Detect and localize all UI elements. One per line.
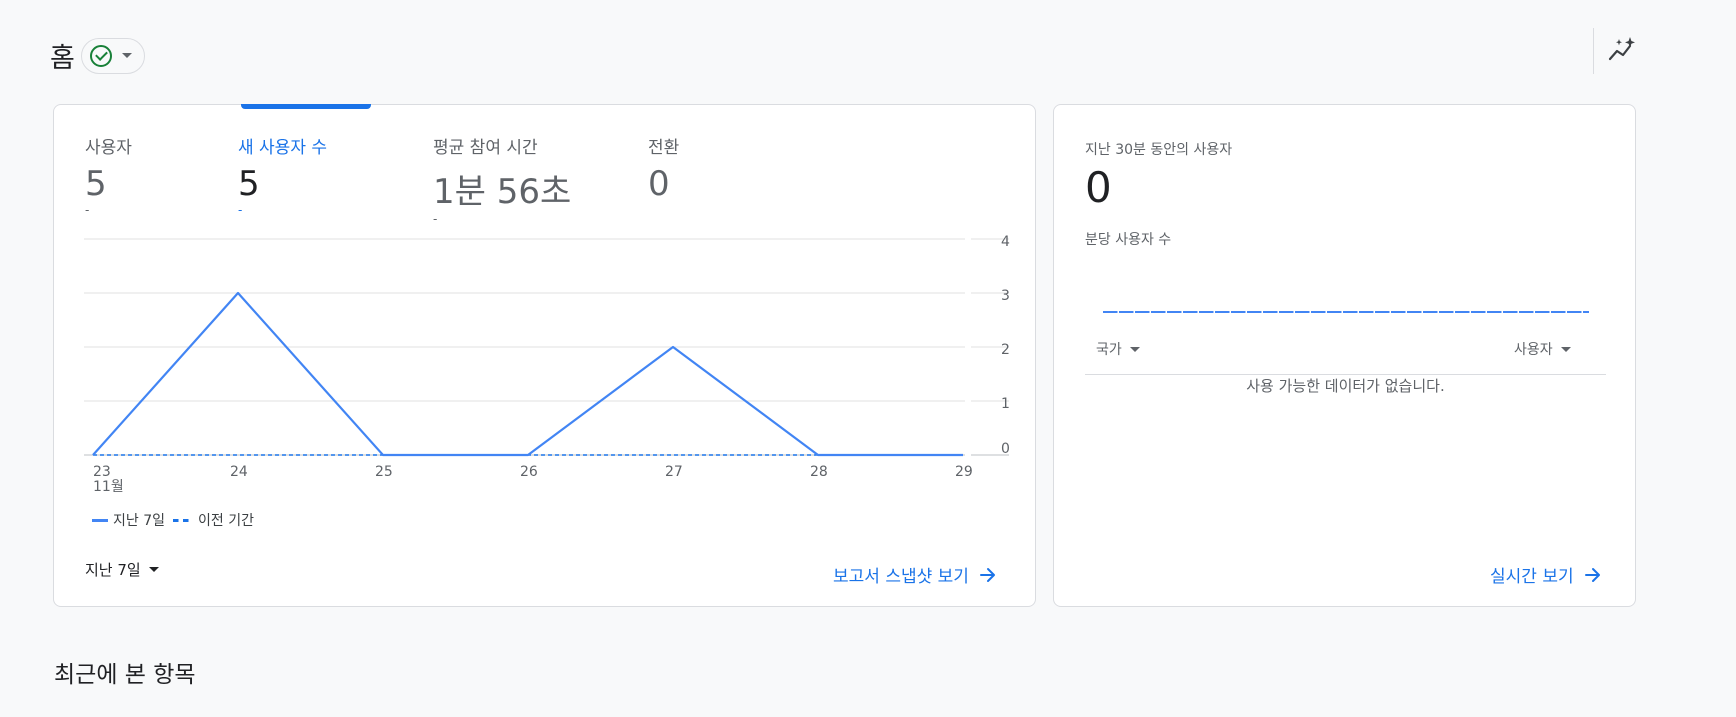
realtime-value: 0 [1085,163,1112,212]
page-title: 홈 [50,43,75,74]
y-tick-label: 3 [1001,288,1010,304]
x-tick-label: 25 [375,464,393,480]
legend-item-previous: 이전 기간 [173,510,254,530]
page-header: 홈 [50,36,145,75]
insights-button[interactable] [1604,34,1640,66]
realtime-card: 지난 30분 동안의 사용자 0 분당 사용자 수 국가 사용자 사용 가능한 … [1053,104,1636,607]
country-column-label: 국가 [1096,342,1122,358]
caret-down-icon [1560,346,1571,352]
caret-down-icon [1129,346,1140,352]
caret-down-icon [121,53,132,58]
users-line-chart: 0123423 24 25 26 27 28 2911월 [84,225,1010,495]
view-snapshot-link[interactable]: 보고서 스냅샷 보기 [833,562,997,587]
empty-state-text: 사용 가능한 데이터가 없습니다. [1246,377,1445,395]
view-snapshot-label: 보고서 스냅샷 보기 [833,567,969,587]
recently-viewed-title: 최근에 본 항목 [54,662,196,688]
per-minute-bar-chart [1103,311,1589,313]
arrow-right-icon [1584,567,1600,582]
insights-icon [1608,37,1635,61]
country-column-header[interactable]: 국가 [1096,339,1140,359]
x-tick-sublabel: 11월 [93,479,124,495]
overview-card: 사용자 5 - 새 사용자 수 5 - 평균 참여 시간 1분 56초 - 전환… [53,104,1036,607]
view-realtime-label: 실시간 보기 [1490,567,1574,587]
chart-legend: 지난 7일 이전 기간 [92,510,254,530]
view-realtime-link[interactable]: 실시간 보기 [1490,562,1602,587]
x-tick-label: 28 [810,464,828,480]
x-tick-label: 23 [93,464,111,480]
users-column-label: 사용자 [1514,342,1553,358]
x-tick-label: 24 [230,464,248,480]
caret-down-icon [148,567,159,572]
data-status-dropdown[interactable] [80,37,145,74]
series-line-current [92,291,963,457]
arrow-right-icon [979,567,995,582]
realtime-title: 지난 30분 동안의 사용자 [1085,142,1233,158]
y-tick-label: 2 [1001,342,1010,358]
date-range-label: 지난 7일 [85,561,141,579]
check-circle-icon [89,44,112,67]
x-tick-label: 26 [520,464,538,480]
y-tick-label: 4 [1001,234,1010,250]
legend-item-current: 지난 7일 [92,510,165,530]
x-tick-label: 27 [665,464,683,480]
y-tick-label: 1 [1001,396,1010,412]
x-tick-label: 29 [955,464,973,480]
users-column-header[interactable]: 사용자 [1514,339,1571,359]
header-divider [1593,28,1594,74]
legend-solid-swatch [92,518,108,522]
legend-dash-swatch [173,518,193,522]
date-range-dropdown[interactable]: 지난 7일 [85,559,159,580]
axis-gap [965,225,971,465]
legend-label: 이전 기간 [198,513,254,529]
legend-label: 지난 7일 [113,513,165,529]
realtime-subtitle: 분당 사용자 수 [1085,232,1172,248]
y-tick-label: 0 [1001,441,1010,457]
